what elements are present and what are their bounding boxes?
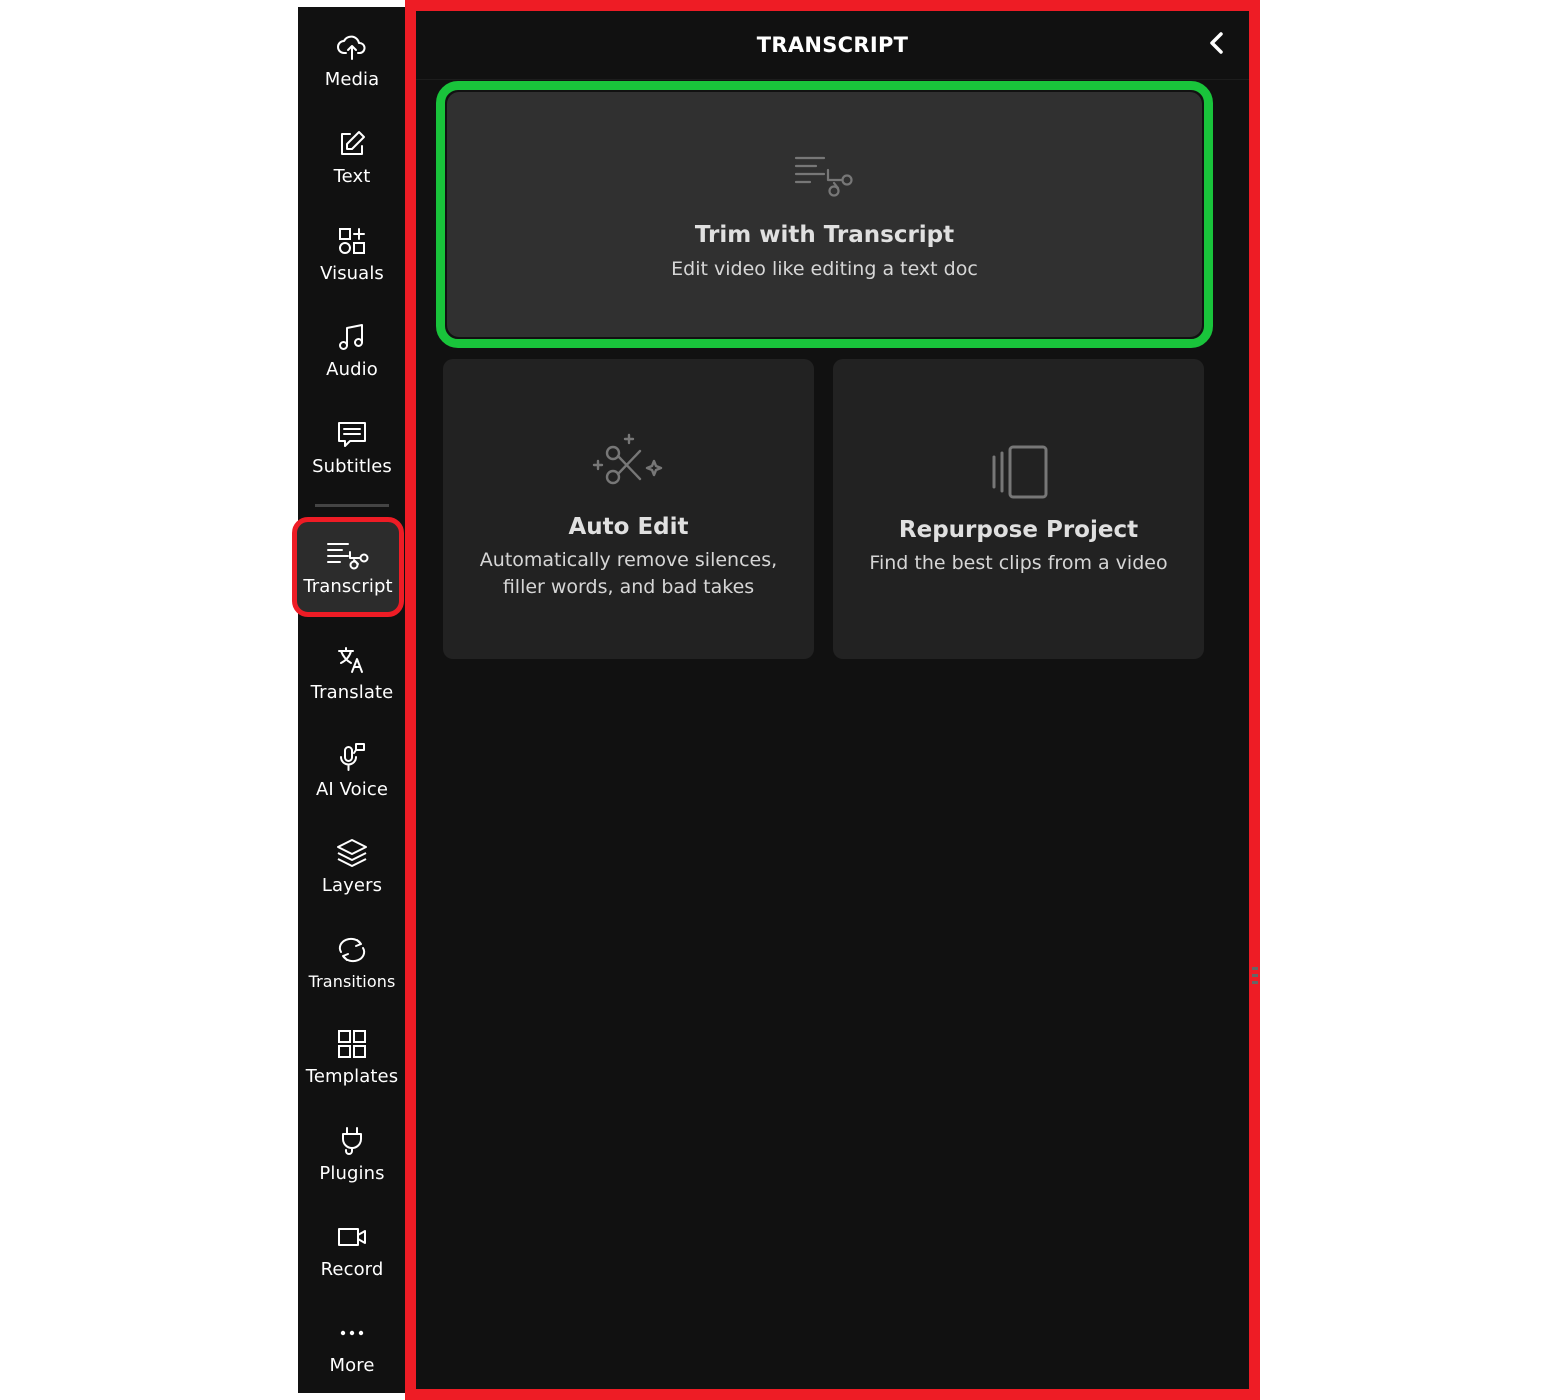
sidebar-item-audio[interactable]: Audio: [298, 315, 406, 399]
sidebar-item-label: Visuals: [320, 263, 384, 284]
sidebar-item-label: Transitions: [308, 972, 396, 991]
music-note-icon: [339, 324, 363, 350]
edit-text-icon: [341, 131, 365, 155]
sidebar-item-label: Templates: [305, 1066, 399, 1087]
auto-edit-card[interactable]: Auto Edit Automatically remove silences,…: [443, 359, 814, 659]
sidebar-item-more[interactable]: More: [298, 1311, 406, 1395]
magic-scissors-icon: [592, 433, 663, 485]
layers-icon: [337, 839, 367, 867]
shapes-icon: [339, 228, 365, 254]
sidebar-item-label: Translate: [310, 682, 394, 703]
panel-title: TRANSCRIPT: [756, 33, 909, 57]
transcript-panel-highlight: TRANSCRIPT Trim with Transcript Edit vid…: [405, 0, 1260, 1400]
sidebar-item-ai-voice[interactable]: AI Voice: [298, 735, 406, 819]
trim-with-transcript-card[interactable]: Trim with Transcript Edit video like edi…: [447, 92, 1202, 337]
sidebar-item-media[interactable]: Media: [298, 25, 406, 109]
panel-header: TRANSCRIPT: [416, 11, 1249, 80]
subtitles-icon: [338, 422, 366, 447]
sidebar-item-label: Audio: [326, 359, 378, 380]
sidebar-item-templates[interactable]: Templates: [298, 1022, 406, 1106]
transcript-panel: TRANSCRIPT Trim with Transcript Edit vid…: [416, 11, 1258, 1389]
sidebar-item-label: Text: [333, 166, 371, 187]
sidebar-item-label: Plugins: [319, 1163, 385, 1184]
sidebar-item-label: Transcript: [303, 575, 393, 597]
video-camera-icon: [338, 1228, 366, 1246]
card-subtitle: Automatically remove silences, filler wo…: [479, 549, 778, 598]
card-subtitle: Edit video like editing a text doc: [671, 258, 978, 280]
sidebar-item-label: Subtitles: [312, 456, 392, 477]
sidebar-item-label: More: [329, 1355, 375, 1376]
sidebar-item-label: Layers: [321, 875, 383, 896]
card-subtitle: Find the best clips from a video: [869, 552, 1168, 574]
more-dots-icon: [340, 1330, 364, 1336]
sidebar-item-text[interactable]: Text: [298, 122, 406, 206]
sidebar-item-visuals[interactable]: Visuals: [298, 219, 406, 303]
transcript-scissors-icon: [794, 156, 853, 197]
sidebar-item-transitions[interactable]: Transitions: [298, 928, 406, 1012]
sidebar-divider: [315, 504, 389, 507]
stacked-pages-icon: [992, 445, 1048, 499]
card-title: Auto Edit: [568, 514, 689, 540]
resize-handle-icon[interactable]: [1252, 967, 1258, 985]
sidebar-item-label: AI Voice: [315, 779, 389, 800]
cloud-upload-icon: [337, 35, 366, 60]
sidebar-item-plugins[interactable]: Plugins: [298, 1119, 406, 1203]
card-title: Repurpose Project: [898, 517, 1139, 543]
plug-icon: [342, 1127, 362, 1155]
sidebar-item-label: Media: [324, 69, 380, 90]
sidebar-rail: Media Text Visuals Audio Subtitles Trans…: [292, 7, 406, 1395]
sidebar-item-translate[interactable]: Translate: [298, 638, 406, 722]
transitions-icon: [338, 937, 366, 963]
card-title: Trim with Transcript: [694, 222, 955, 248]
transcript-scissors-icon: [327, 542, 369, 569]
microphone-icon: [340, 743, 365, 771]
repurpose-project-card[interactable]: Repurpose Project Find the best clips fr…: [833, 359, 1204, 659]
chevron-left-icon[interactable]: [1203, 27, 1231, 59]
sidebar-item-layers[interactable]: Layers: [298, 831, 406, 915]
templates-grid-icon: [338, 1030, 366, 1058]
sidebar-item-transcript[interactable]: Transcript: [292, 517, 404, 617]
sidebar-item-label: Record: [320, 1259, 384, 1280]
translate-icon: [338, 647, 363, 673]
sidebar-item-record[interactable]: Record: [298, 1215, 406, 1299]
sidebar-item-subtitles[interactable]: Subtitles: [298, 412, 406, 496]
